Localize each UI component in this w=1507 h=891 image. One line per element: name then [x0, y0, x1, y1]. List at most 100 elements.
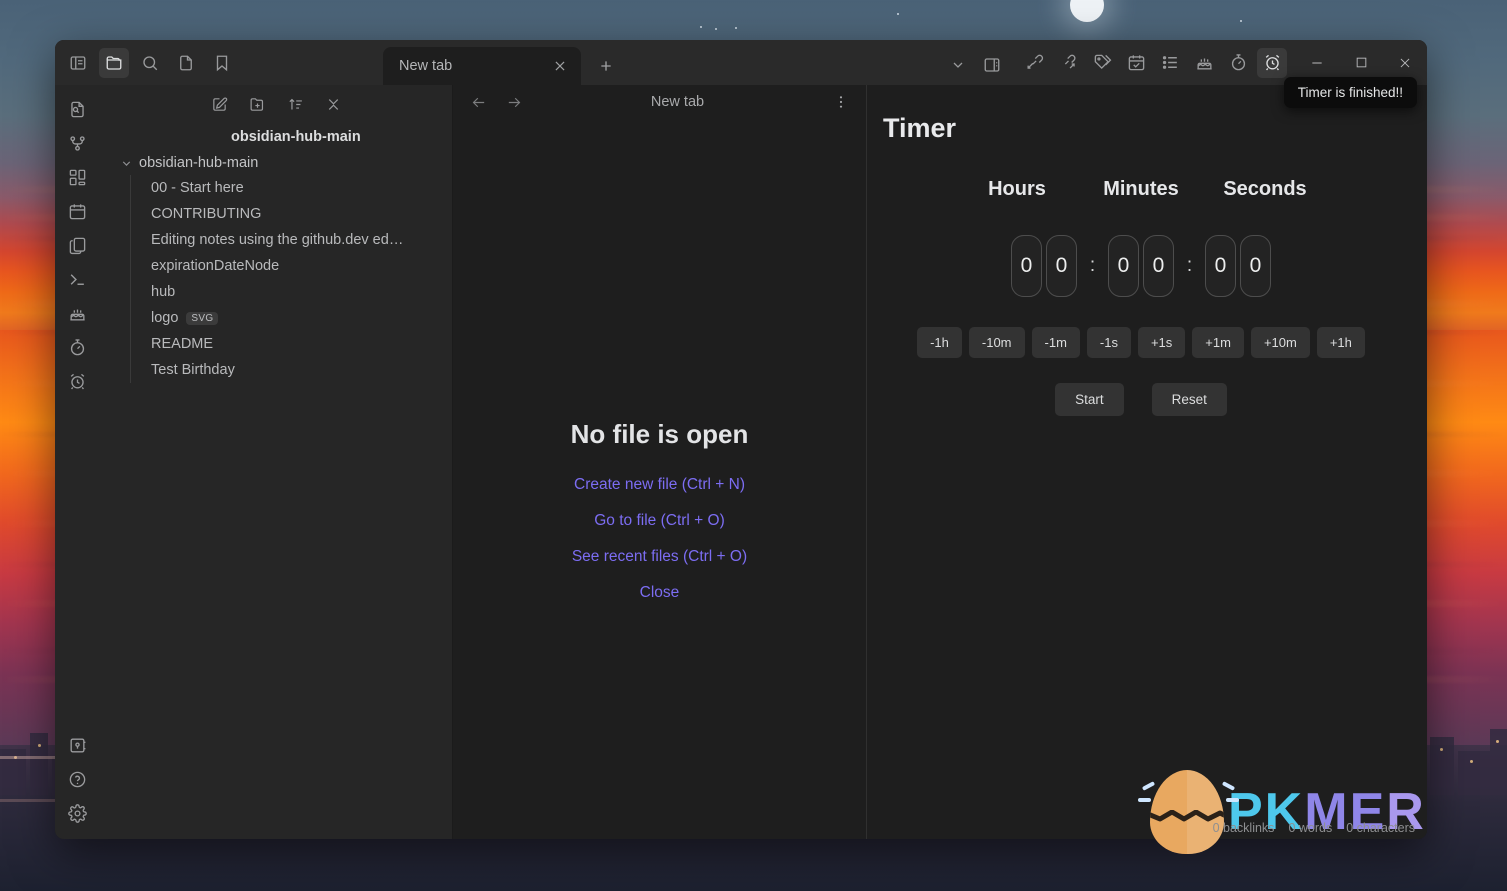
timer-finished-tooltip: Timer is finished!!: [1284, 77, 1417, 108]
stopwatch-icon[interactable]: [1223, 48, 1253, 78]
explorer-toolbar: [100, 85, 452, 117]
minutes-label: Minutes: [1079, 178, 1203, 201]
create-new-file-link[interactable]: Create new file (Ctrl + N): [574, 476, 745, 494]
outgoing-links-icon[interactable]: [1053, 48, 1083, 78]
start-button[interactable]: Start: [1055, 383, 1124, 416]
backlinks-icon[interactable]: [1019, 48, 1049, 78]
file-label: CONTRIBUTING: [151, 206, 261, 222]
toggle-right-sidebar-icon[interactable]: [977, 50, 1007, 80]
editor-nav: [467, 91, 525, 113]
minutes-digit-tens[interactable]: 0: [1108, 235, 1139, 297]
stopwatch-icon[interactable]: [62, 331, 94, 363]
word-count[interactable]: 0 words: [1288, 821, 1332, 835]
plus-1h-button[interactable]: +1h: [1317, 327, 1365, 358]
list-item[interactable]: Editing notes using the github.dev ed…: [131, 227, 444, 253]
list-item[interactable]: 00 - Start here: [131, 175, 444, 201]
file-search-icon[interactable]: [62, 93, 94, 125]
tree-folder-root[interactable]: obsidian-hub-main: [108, 151, 444, 175]
birthday-cake-icon[interactable]: [62, 297, 94, 329]
help-icon[interactable]: [62, 763, 94, 795]
arrow-right-icon[interactable]: [503, 91, 525, 113]
folder-icon[interactable]: [99, 48, 129, 78]
tree-folder-label: obsidian-hub-main: [139, 155, 258, 171]
file-extension-badge: SVG: [186, 312, 218, 325]
plus-1s-button[interactable]: +1s: [1138, 327, 1185, 358]
calendar-icon[interactable]: [62, 195, 94, 227]
git-branch-icon[interactable]: [62, 127, 94, 159]
alarm-clock-icon[interactable]: [62, 365, 94, 397]
search-icon[interactable]: [135, 48, 165, 78]
separator-colon: :: [1174, 255, 1205, 277]
new-note-icon[interactable]: [207, 92, 231, 116]
go-to-file-link[interactable]: Go to file (Ctrl + O): [594, 512, 725, 530]
list-item[interactable]: CONTRIBUTING: [131, 201, 444, 227]
close-icon[interactable]: [549, 55, 571, 77]
seconds-digit-tens[interactable]: 0: [1205, 235, 1236, 297]
toggle-left-sidebar-icon[interactable]: [63, 48, 93, 78]
list-item[interactable]: Test Birthday: [131, 357, 444, 383]
minus-1s-button[interactable]: -1s: [1087, 327, 1131, 358]
list-item[interactable]: hub: [131, 279, 444, 305]
timer-unit-labels: Hours Minutes Seconds: [883, 178, 1405, 201]
backlinks-count[interactable]: 0 backlinks: [1213, 821, 1275, 835]
copy-files-icon[interactable]: [62, 229, 94, 261]
more-options-icon[interactable]: [830, 91, 852, 113]
seconds-digit-ones[interactable]: 0: [1240, 235, 1271, 297]
editor-pane: New tab No file is open Create new file …: [453, 85, 866, 839]
hours-digit-tens[interactable]: 0: [1011, 235, 1042, 297]
dashboard-grid-icon[interactable]: [62, 161, 94, 193]
character-count[interactable]: 0 characters: [1346, 821, 1415, 835]
bookmark-icon[interactable]: [207, 48, 237, 78]
top-right-ribbon: [1013, 40, 1295, 85]
seconds-label: Seconds: [1203, 178, 1327, 201]
page-title: No file is open: [571, 419, 749, 450]
sort-order-icon[interactable]: [283, 92, 307, 116]
empty-state: No file is open Create new file (Ctrl + …: [453, 119, 866, 839]
plus-1m-button[interactable]: +1m: [1192, 327, 1244, 358]
new-tab-button[interactable]: [591, 51, 621, 81]
outline-list-icon[interactable]: [1155, 48, 1185, 78]
tab-label: New tab: [399, 58, 539, 74]
hours-label: Hours: [955, 178, 1079, 201]
editor-header: New tab: [453, 85, 866, 119]
title-bar: New tab: [55, 40, 1427, 85]
plus-10m-button[interactable]: +10m: [1251, 327, 1310, 358]
arrow-left-icon[interactable]: [467, 91, 489, 113]
birthday-cake-icon[interactable]: [1189, 48, 1219, 78]
hours-digit-ones[interactable]: 0: [1046, 235, 1077, 297]
timer-panel: Timer Hours Minutes Seconds 0 0 : 0 0 : …: [866, 85, 1427, 839]
timer-digits: 0 0 : 0 0 : 0 0: [883, 235, 1405, 297]
list-item[interactable]: expirationDateNode: [131, 253, 444, 279]
chevron-down-icon: [120, 157, 133, 170]
file-label: README: [151, 336, 213, 352]
tab-strip-actions: [943, 50, 1013, 85]
minus-10m-button[interactable]: -10m: [969, 327, 1025, 358]
list-item[interactable]: logo SVG: [131, 305, 444, 331]
chevron-down-icon[interactable]: [943, 50, 973, 80]
file-icon[interactable]: [171, 48, 201, 78]
settings-gear-icon[interactable]: [62, 797, 94, 829]
minutes-digit-ones[interactable]: 0: [1143, 235, 1174, 297]
list-item[interactable]: README: [131, 331, 444, 357]
close-link[interactable]: Close: [640, 584, 680, 602]
alarm-clock-icon[interactable]: [1257, 48, 1287, 78]
collapse-all-icon[interactable]: [321, 92, 345, 116]
file-label: 00 - Start here: [151, 180, 244, 196]
hours-digits: 0 0: [1011, 235, 1077, 297]
calendar-check-icon[interactable]: [1121, 48, 1151, 78]
tab-new-tab[interactable]: New tab: [383, 47, 581, 85]
left-ribbon-rail: [55, 85, 100, 839]
tab-strip: New tab: [375, 40, 1013, 85]
reset-button[interactable]: Reset: [1152, 383, 1227, 416]
terminal-icon[interactable]: [62, 263, 94, 295]
minus-1m-button[interactable]: -1m: [1032, 327, 1080, 358]
vault-name: obsidian-hub-main: [100, 117, 452, 151]
tags-icon[interactable]: [1087, 48, 1117, 78]
see-recent-files-link[interactable]: See recent files (Ctrl + O): [572, 548, 747, 566]
vault-switch-icon[interactable]: [62, 729, 94, 761]
file-label: Editing notes using the github.dev ed…: [151, 232, 403, 248]
minus-1h-button[interactable]: -1h: [917, 327, 962, 358]
minutes-digits: 0 0: [1108, 235, 1174, 297]
status-bar: 0 backlinks 0 words 0 characters: [1213, 821, 1415, 835]
new-folder-icon[interactable]: [245, 92, 269, 116]
